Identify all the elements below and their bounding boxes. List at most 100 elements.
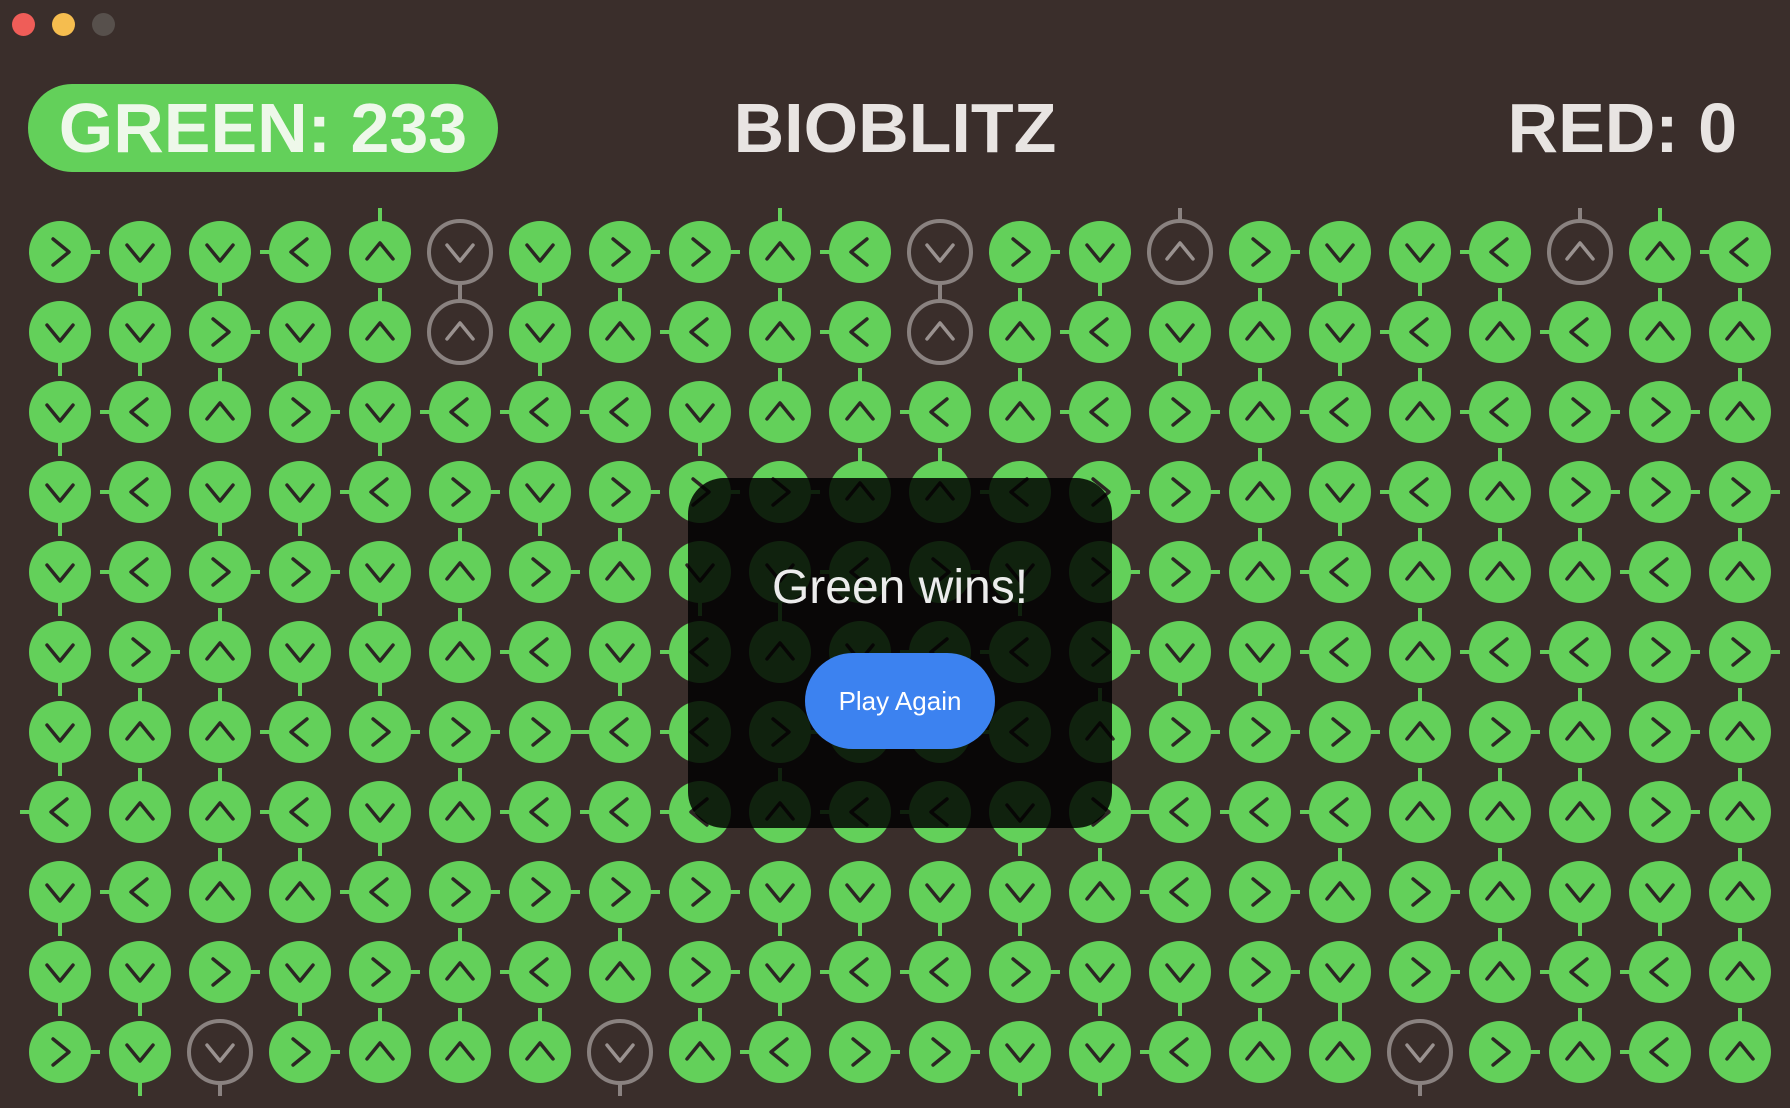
green-cell[interactable] (829, 941, 891, 1003)
green-cell[interactable] (589, 861, 651, 923)
green-cell[interactable] (829, 301, 891, 363)
green-cell[interactable] (1229, 941, 1291, 1003)
green-cell[interactable] (1229, 621, 1291, 683)
green-cell[interactable] (509, 781, 571, 843)
green-cell[interactable] (109, 621, 171, 683)
green-cell[interactable] (989, 1021, 1051, 1083)
green-cell[interactable] (1309, 621, 1371, 683)
green-cell[interactable] (1389, 621, 1451, 683)
green-cell[interactable] (1629, 1021, 1691, 1083)
green-cell[interactable] (749, 941, 811, 1003)
green-cell[interactable] (109, 461, 171, 523)
green-cell[interactable] (429, 861, 491, 923)
green-cell[interactable] (29, 861, 91, 923)
green-cell[interactable] (189, 781, 251, 843)
green-cell[interactable] (1549, 381, 1611, 443)
green-cell[interactable] (269, 541, 331, 603)
green-cell[interactable] (1229, 301, 1291, 363)
green-cell[interactable] (1389, 541, 1451, 603)
green-cell[interactable] (589, 781, 651, 843)
green-cell[interactable] (749, 1021, 811, 1083)
green-cell[interactable] (429, 541, 491, 603)
green-cell[interactable] (669, 301, 731, 363)
green-cell[interactable] (1549, 621, 1611, 683)
green-cell[interactable] (909, 1021, 971, 1083)
green-cell[interactable] (1469, 621, 1531, 683)
green-cell[interactable] (349, 221, 411, 283)
green-cell[interactable] (1469, 1021, 1531, 1083)
green-cell[interactable] (1149, 861, 1211, 923)
green-cell[interactable] (1309, 221, 1371, 283)
green-cell[interactable] (429, 941, 491, 1003)
green-cell[interactable] (509, 861, 571, 923)
green-cell[interactable] (429, 1021, 491, 1083)
green-cell[interactable] (1069, 221, 1131, 283)
green-cell[interactable] (1389, 701, 1451, 763)
green-cell[interactable] (269, 861, 331, 923)
green-cell[interactable] (829, 1021, 891, 1083)
neutral-cell[interactable] (187, 1019, 253, 1085)
green-cell[interactable] (1229, 701, 1291, 763)
green-cell[interactable] (29, 781, 91, 843)
green-cell[interactable] (749, 221, 811, 283)
green-cell[interactable] (1229, 1021, 1291, 1083)
green-cell[interactable] (349, 621, 411, 683)
green-cell[interactable] (1069, 941, 1131, 1003)
green-cell[interactable] (1549, 861, 1611, 923)
green-cell[interactable] (1229, 221, 1291, 283)
green-cell[interactable] (829, 221, 891, 283)
green-cell[interactable] (909, 941, 971, 1003)
green-cell[interactable] (1709, 781, 1771, 843)
green-cell[interactable] (1309, 781, 1371, 843)
green-cell[interactable] (429, 381, 491, 443)
neutral-cell[interactable] (587, 1019, 653, 1085)
green-cell[interactable] (29, 461, 91, 523)
green-cell[interactable] (1709, 381, 1771, 443)
green-cell[interactable] (1709, 541, 1771, 603)
green-cell[interactable] (109, 221, 171, 283)
green-cell[interactable] (1309, 701, 1371, 763)
green-cell[interactable] (1469, 941, 1531, 1003)
green-cell[interactable] (189, 381, 251, 443)
green-cell[interactable] (1229, 541, 1291, 603)
green-cell[interactable] (349, 1021, 411, 1083)
green-cell[interactable] (749, 301, 811, 363)
green-cell[interactable] (1629, 701, 1691, 763)
green-cell[interactable] (589, 381, 651, 443)
green-cell[interactable] (509, 701, 571, 763)
green-cell[interactable] (1629, 861, 1691, 923)
green-cell[interactable] (1309, 461, 1371, 523)
green-cell[interactable] (109, 541, 171, 603)
green-cell[interactable] (1389, 781, 1451, 843)
green-cell[interactable] (269, 301, 331, 363)
green-cell[interactable] (29, 1021, 91, 1083)
green-cell[interactable] (1709, 301, 1771, 363)
green-cell[interactable] (109, 381, 171, 443)
green-cell[interactable] (349, 541, 411, 603)
green-cell[interactable] (269, 221, 331, 283)
green-cell[interactable] (269, 621, 331, 683)
green-cell[interactable] (589, 941, 651, 1003)
green-cell[interactable] (109, 861, 171, 923)
green-cell[interactable] (429, 781, 491, 843)
green-cell[interactable] (589, 221, 651, 283)
green-cell[interactable] (189, 861, 251, 923)
green-cell[interactable] (989, 861, 1051, 923)
green-cell[interactable] (1149, 1021, 1211, 1083)
green-cell[interactable] (749, 861, 811, 923)
green-cell[interactable] (1309, 1021, 1371, 1083)
green-cell[interactable] (669, 861, 731, 923)
green-cell[interactable] (1389, 461, 1451, 523)
green-cell[interactable] (669, 221, 731, 283)
green-cell[interactable] (1309, 541, 1371, 603)
green-cell[interactable] (1469, 701, 1531, 763)
green-cell[interactable] (1469, 781, 1531, 843)
green-cell[interactable] (1629, 781, 1691, 843)
neutral-cell[interactable] (1387, 1019, 1453, 1085)
green-cell[interactable] (1549, 701, 1611, 763)
green-cell[interactable] (29, 301, 91, 363)
green-cell[interactable] (349, 701, 411, 763)
green-cell[interactable] (1629, 301, 1691, 363)
green-cell[interactable] (1069, 301, 1131, 363)
green-cell[interactable] (109, 701, 171, 763)
